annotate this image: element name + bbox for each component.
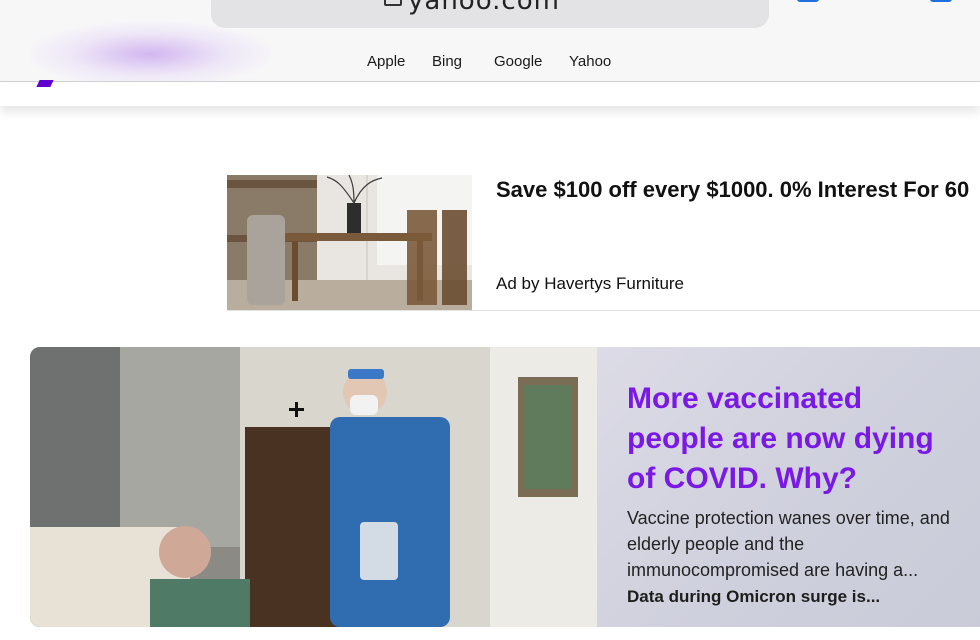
dining-room-photo[interactable] [227,175,472,310]
lock-icon [384,0,402,6]
tabs-icon[interactable] [930,0,952,2]
site-header [0,82,980,106]
browser-toolbar: yahoo.com Apple Bing Google Yahoo [0,0,980,82]
favorite-apple[interactable]: Apple [367,53,405,70]
favorite-bing[interactable]: Bing [432,53,462,70]
ad-headline[interactable]: Save $100 off every $1000. 0% Interest F… [496,177,969,203]
favorite-google[interactable]: Google [494,53,542,70]
hero-story-card[interactable]: More vaccinated people are now dying of … [30,347,980,627]
hero-text-panel: More vaccinated people are now dying of … [597,347,980,627]
address-bar-url[interactable]: yahoo.com [408,0,560,16]
brand-glow [30,22,270,81]
hero-headline[interactable]: More vaccinated people are now dying of … [627,379,967,499]
hero-summary: Vaccine protection wanes over time, and … [627,508,950,580]
share-icon[interactable] [797,0,819,2]
ad-sponsor: Ad by Havertys Furniture [496,274,685,293]
hospital-room-photo[interactable] [30,347,597,627]
favorite-yahoo[interactable]: Yahoo [569,53,611,70]
hero-continuation[interactable]: Data during Omicron surge is... [627,587,880,607]
sponsored-ad[interactable]: Save $100 off every $1000. 0% Interest F… [227,175,980,311]
